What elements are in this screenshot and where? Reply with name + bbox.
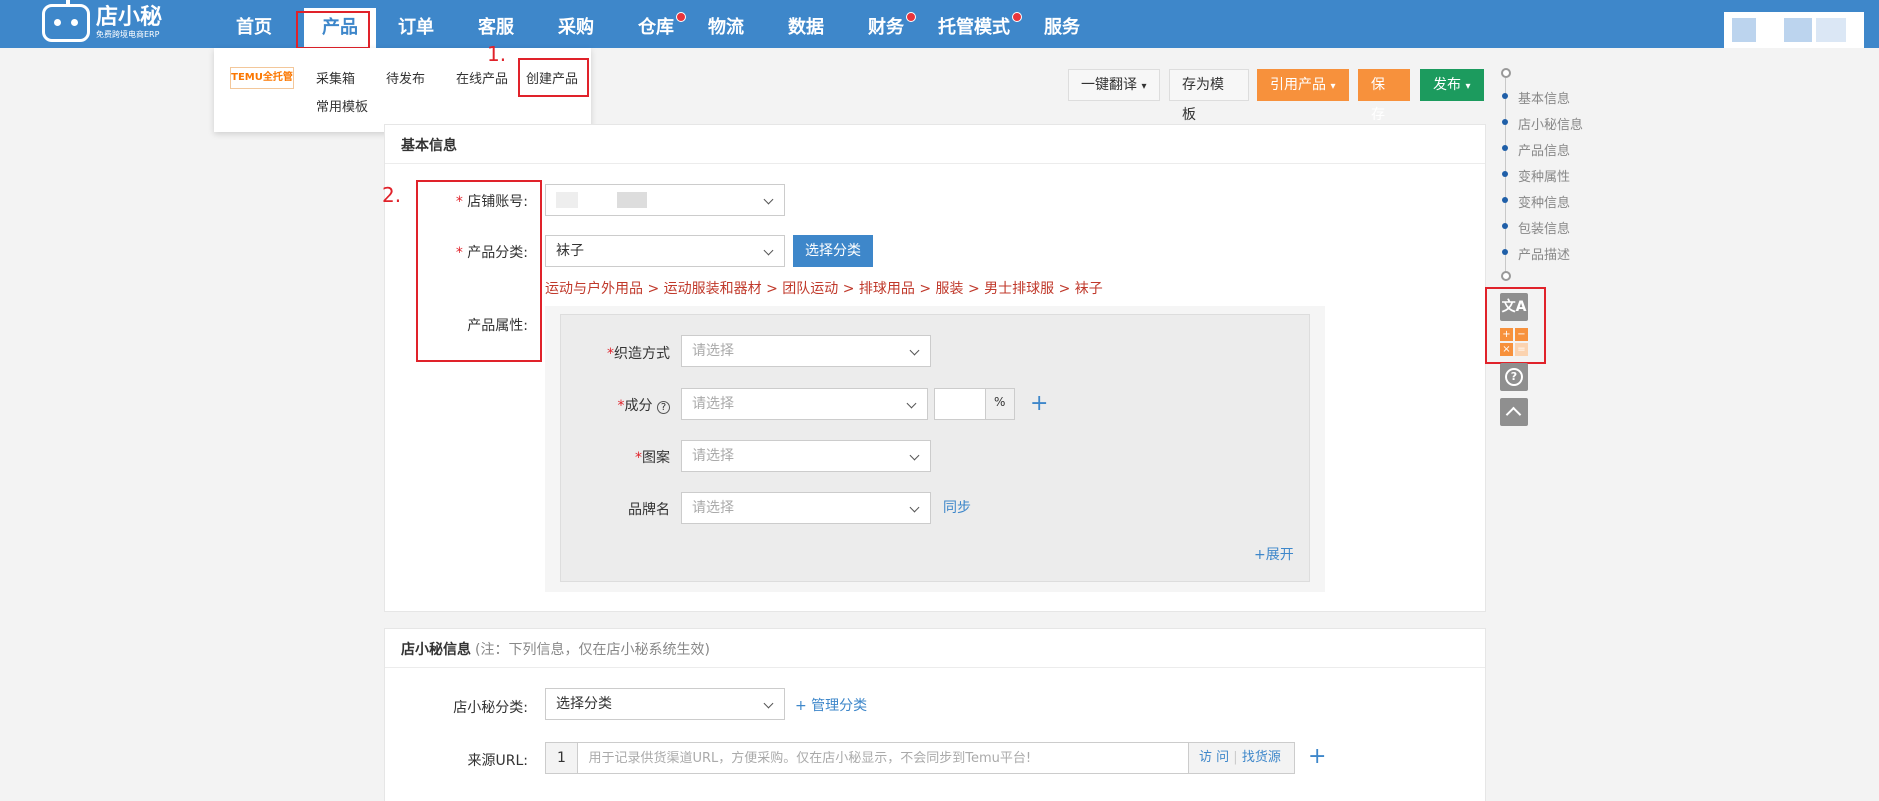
side-nav-variant-info[interactable]: 变种信息: [1518, 192, 1570, 211]
side-nav-basic[interactable]: 基本信息: [1518, 88, 1570, 107]
product-attributes-label: 产品属性:: [467, 318, 528, 334]
brand-select[interactable]: 请选择: [681, 492, 931, 524]
robot-icon: [42, 0, 90, 42]
temu-logo[interactable]: TEMU全托管: [230, 67, 294, 89]
side-nav-package[interactable]: 包装信息: [1518, 218, 1570, 237]
nav-item-purchase[interactable]: 采购: [546, 0, 606, 48]
translate-icon[interactable]: 文A: [1500, 293, 1528, 321]
composition-label: *成分 ?: [580, 395, 670, 415]
step-2-label: 2.: [382, 183, 402, 207]
side-nav-dxm[interactable]: 店小秘信息: [1518, 114, 1583, 133]
shop-account-select[interactable]: [545, 184, 785, 216]
menu-item-templates[interactable]: 常用模板: [316, 96, 368, 115]
brand-logo[interactable]: 店小秘 免费跨境电商ERP: [42, 0, 163, 44]
nav-item-services[interactable]: 服务: [1032, 0, 1092, 48]
nav-item-finance[interactable]: 财务: [856, 0, 916, 48]
menu-item-pending-publish[interactable]: 待发布: [386, 68, 425, 87]
dxm-category-label: 店小秘分类:: [453, 700, 528, 716]
help-icon[interactable]: ?: [657, 401, 670, 414]
product-category-label: * 产品分类:: [455, 245, 528, 261]
scroll-top-icon[interactable]: [1500, 398, 1528, 426]
side-nav-description[interactable]: 产品描述: [1518, 244, 1570, 263]
save-button[interactable]: 保存: [1358, 69, 1410, 123]
shop-account-label: * 店铺账号:: [455, 194, 528, 210]
section-title: 店小秘信息 (注：下列信息，仅在店小秘系统生效): [401, 642, 710, 658]
weave-select[interactable]: 请选择: [681, 335, 931, 367]
source-url-label: 来源URL:: [467, 753, 529, 769]
add-source-url-icon[interactable]: +: [1308, 746, 1326, 768]
dxm-category-select[interactable]: 选择分类: [545, 688, 785, 720]
category-breadcrumb: 运动与户外用品 > 运动服装和器材 > 团队运动 > 排球用品 > 服装 > 男…: [545, 281, 1103, 297]
sync-brand-link[interactable]: 同步: [943, 497, 971, 517]
help-circle-icon[interactable]: ?: [1500, 363, 1528, 391]
nav-item-service[interactable]: 客服: [466, 0, 526, 48]
nav-item-home[interactable]: 首页: [224, 0, 284, 48]
product-category-select[interactable]: 袜子: [545, 235, 785, 267]
highlight-create-product: [518, 58, 589, 97]
nav-item-warehouse[interactable]: 仓库: [626, 0, 686, 48]
pattern-select[interactable]: 请选择: [681, 440, 931, 472]
section-title: 基本信息: [401, 138, 457, 154]
save-template-button[interactable]: 存为模板: [1169, 69, 1249, 123]
weave-label: *织造方式: [607, 346, 670, 362]
composition-select[interactable]: 请选择: [681, 388, 928, 420]
brand-label: 品牌名: [628, 502, 670, 518]
side-nav-product[interactable]: 产品信息: [1518, 140, 1570, 159]
pattern-label: *图案: [635, 450, 670, 466]
nav-item-hosting[interactable]: 托管模式: [926, 0, 1022, 48]
user-account-area[interactable]: [1724, 12, 1864, 48]
expand-link[interactable]: +展开: [1254, 544, 1294, 564]
notification-dot: [906, 12, 916, 22]
side-nav-bottom-circle: [1501, 271, 1511, 281]
one-click-translate-button[interactable]: 一键翻译 ▾: [1068, 69, 1160, 101]
publish-button[interactable]: 发布 ▾: [1420, 69, 1484, 101]
notification-dot: [1012, 12, 1022, 22]
nav-item-orders[interactable]: 订单: [386, 0, 446, 48]
add-composition-icon[interactable]: +: [1030, 393, 1048, 415]
nav-item-data[interactable]: 数据: [776, 0, 836, 48]
source-url-input[interactable]: 1 用于记录供货渠道URL，方便采购。仅在店小秘显示，不会同步到Temu平台!: [545, 742, 1295, 774]
percent-unit: %: [985, 388, 1015, 420]
composition-percent-input[interactable]: [934, 388, 986, 420]
find-source-link[interactable]: 找货源: [1242, 750, 1281, 765]
top-nav-bar: 店小秘 免费跨境电商ERP 首页 产品 订单 客服 采购 仓库 物流 数据 财务…: [0, 0, 1879, 48]
side-nav-variant-attrs[interactable]: 变种属性: [1518, 166, 1570, 185]
side-nav-top-circle: [1501, 68, 1511, 78]
brand-subtitle: 免费跨境电商ERP: [96, 30, 160, 39]
choose-category-button[interactable]: 选择分类: [793, 235, 873, 267]
notification-dot: [676, 12, 686, 22]
source-url-actions: 访 问 | 找货源: [1188, 742, 1295, 774]
visit-link[interactable]: 访 问: [1199, 750, 1229, 765]
step-1-label: 1.: [487, 42, 507, 66]
menu-item-collect-box[interactable]: 采集箱: [316, 68, 355, 87]
highlight-product-nav: [296, 11, 370, 49]
calculator-icon[interactable]: + − × =: [1500, 328, 1528, 356]
manage-category-link[interactable]: + 管理分类: [795, 695, 867, 715]
menu-item-online-products[interactable]: 在线产品: [456, 68, 508, 87]
attributes-inner-panel: [560, 314, 1310, 582]
nav-item-logistics[interactable]: 物流: [696, 0, 756, 48]
quote-product-button[interactable]: 引用产品 ▾: [1257, 69, 1349, 101]
brand-name: 店小秘: [96, 5, 163, 30]
